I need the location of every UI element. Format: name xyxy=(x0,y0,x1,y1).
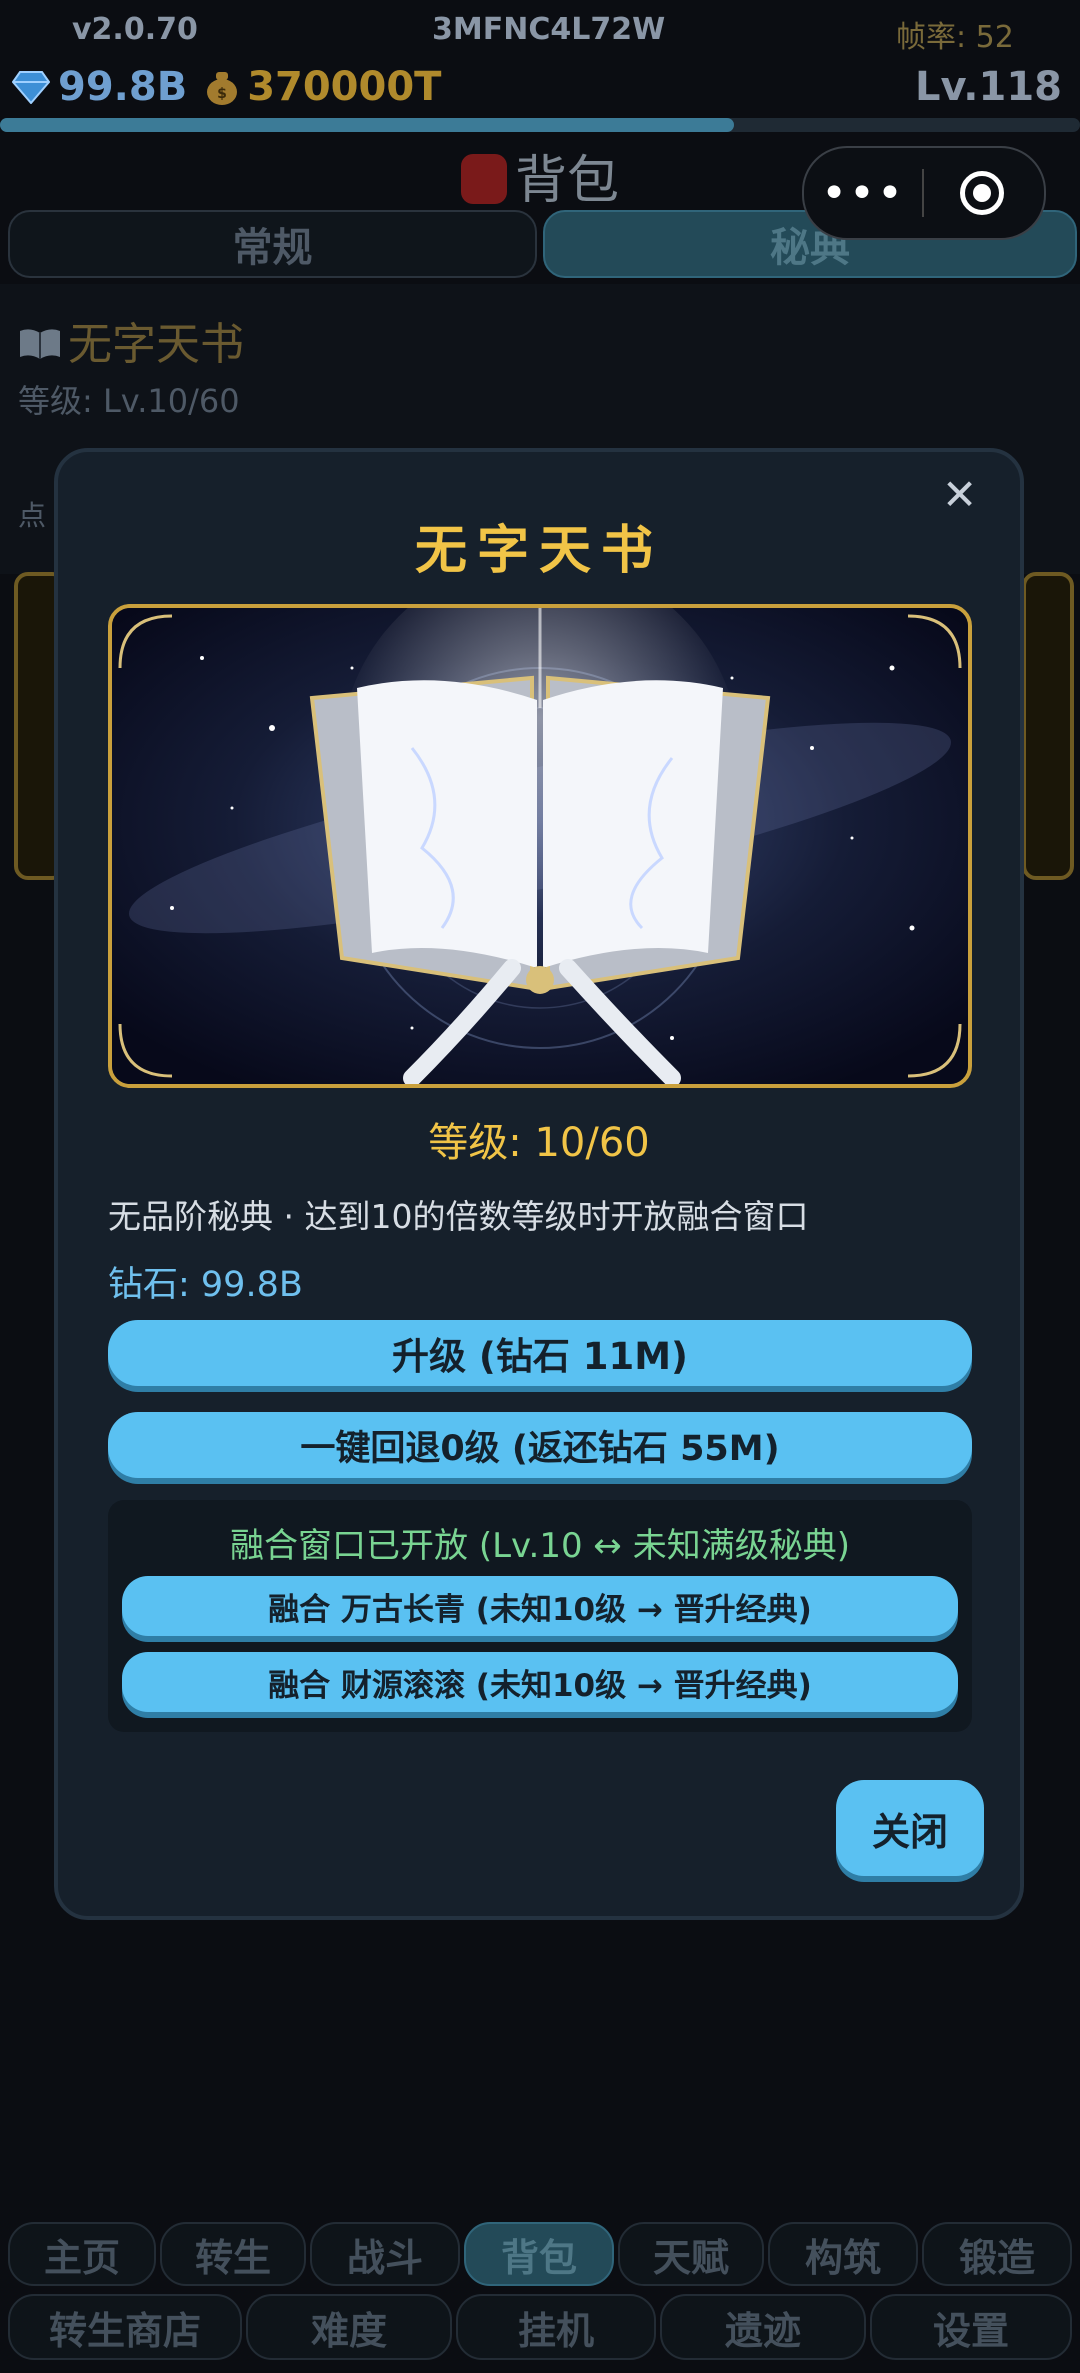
list-item-hint: 点 xyxy=(18,499,47,532)
nav-settings[interactable]: 设置 xyxy=(870,2294,1072,2360)
diamond-icon xyxy=(12,71,50,104)
book-icon xyxy=(20,329,60,359)
reset-level-button[interactable]: 一键回退0级 (返还钻石 55M) xyxy=(108,1412,972,1478)
more-dots-icon[interactable]: ••• xyxy=(804,168,922,219)
book-artwork-svg xyxy=(112,608,968,1084)
mini-program-capsule: ••• xyxy=(802,146,1046,240)
money-bag-icon: $ xyxy=(207,72,238,105)
fps-counter: 帧率: 52 xyxy=(896,20,1014,55)
fusion-option-button[interactable]: 融合 财源滚滚 (未知10级 → 晋升经典) xyxy=(122,1652,958,1712)
page-title-text: 背包 xyxy=(514,151,619,211)
nav-relics[interactable]: 遗迹 xyxy=(660,2294,866,2360)
fusion-title: 融合窗口已开放 (Lv.10 ↔ 未知满级秘典) xyxy=(230,1526,850,1566)
upgrade-button[interactable]: 升级 (钻石 11M) xyxy=(108,1320,972,1386)
list-item-title: 无字天书 xyxy=(18,308,244,372)
modal-gem-balance: 钻石: 99.8B xyxy=(108,1265,303,1305)
player-uid: 3MFNC4L72W xyxy=(432,12,666,47)
modal-level: 等级: 10/60 xyxy=(428,1120,650,1166)
version-label: v2.0.70 xyxy=(72,12,198,47)
tab-normal[interactable]: 常规 xyxy=(8,210,537,278)
currency-bar: 99.8B $ 370000T xyxy=(12,64,441,110)
nav-bag[interactable]: 背包 xyxy=(464,2222,614,2286)
close-button[interactable]: 关闭 xyxy=(836,1780,984,1876)
card-frame-right xyxy=(1022,572,1074,880)
list-item-level: 等级: Lv.10/60 xyxy=(18,382,240,420)
nav-difficulty[interactable]: 难度 xyxy=(246,2294,452,2360)
gold-count: 370000T xyxy=(247,64,442,110)
nav-rebirth-shop[interactable]: 转生商店 xyxy=(8,2294,242,2360)
fusion-option-button[interactable]: 融合 万古长青 (未知10级 → 晋升经典) xyxy=(122,1576,958,1636)
target-icon[interactable] xyxy=(960,171,1004,215)
nav-build[interactable]: 构筑 xyxy=(768,2222,918,2286)
xp-bar xyxy=(0,118,1080,132)
nav-battle[interactable]: 战斗 xyxy=(310,2222,460,2286)
svg-text:$: $ xyxy=(217,86,227,102)
nav-idle[interactable]: 挂机 xyxy=(456,2294,656,2360)
book-artwork xyxy=(108,604,972,1088)
capsule-divider xyxy=(922,169,924,217)
xp-bar-fill xyxy=(0,118,735,132)
modal-title: 无字天书 xyxy=(414,520,663,581)
player-level: Lv.118 xyxy=(915,64,1062,110)
nav-home[interactable]: 主页 xyxy=(8,2222,156,2286)
backpack-icon xyxy=(460,154,507,204)
gem-count: 99.8B xyxy=(58,64,188,110)
nav-rebirth[interactable]: 转生 xyxy=(160,2222,306,2286)
nav-forge[interactable]: 锻造 xyxy=(922,2222,1072,2286)
nav-talent[interactable]: 天赋 xyxy=(618,2222,764,2286)
list-item-title-text: 无字天书 xyxy=(68,319,244,370)
modal-description: 无品阶秘典 · 达到10的倍数等级时开放融合窗口 xyxy=(108,1197,809,1236)
